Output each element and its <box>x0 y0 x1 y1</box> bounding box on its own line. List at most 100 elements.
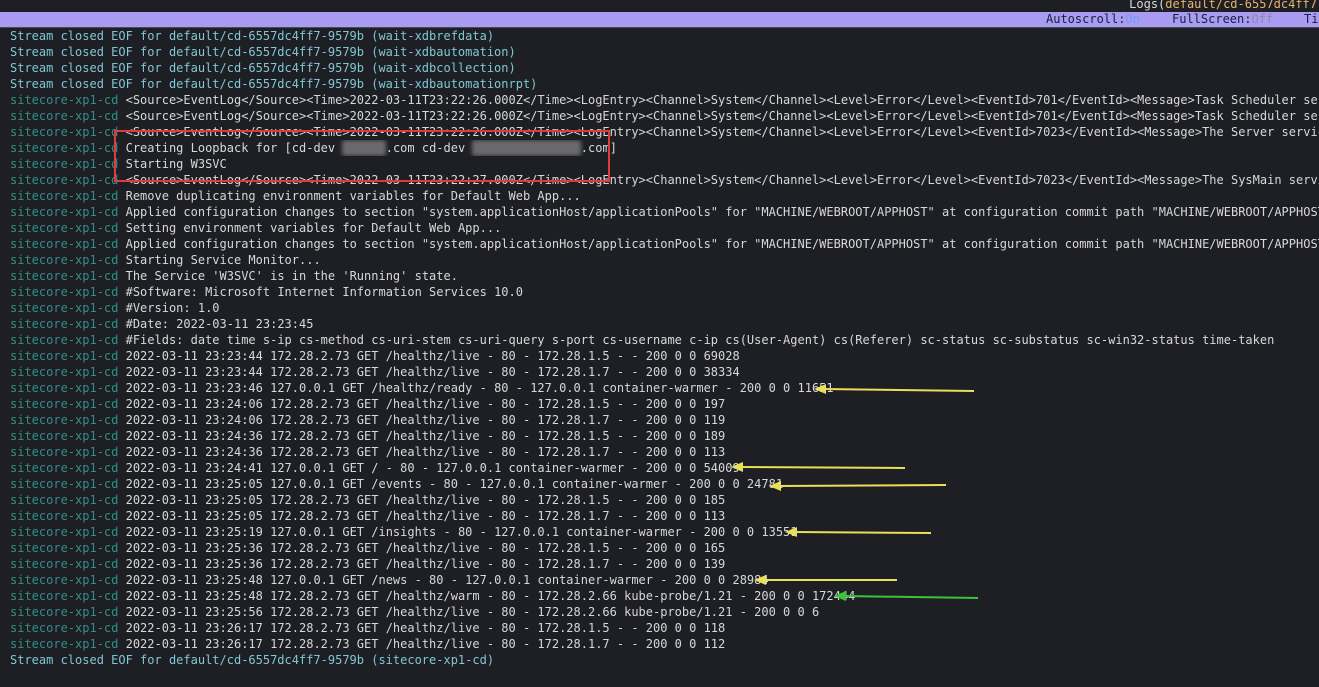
log-line: sitecore-xp1-cd Remove duplicating envir… <box>10 188 1319 204</box>
log-line: sitecore-xp1-cd <Source>EventLog</Source… <box>10 124 1319 140</box>
log-message: Remove duplicating environment variables… <box>125 189 581 203</box>
fullscreen-toggle[interactable]: FullScreen:Off <box>1172 12 1273 27</box>
log-message: 2022-03-11 23:24:06 172.28.2.73 GET /hea… <box>125 397 726 411</box>
title-context: default/cd-6557dc4ff7 <box>1165 0 1317 11</box>
container-prefix: sitecore-xp1-cd <box>10 221 119 235</box>
container-prefix: sitecore-xp1-cd <box>10 349 119 363</box>
log-message: 2022-03-11 23:25:36 172.28.2.73 GET /hea… <box>125 557 726 571</box>
log-message: 2022-03-11 23:23:46 127.0.0.1 GET /healt… <box>125 381 834 395</box>
log-message-part: .com cd-dev <box>385 141 473 155</box>
log-line: sitecore-xp1-cd Starting W3SVC <box>10 156 1319 172</box>
log-message: 2022-03-11 23:25:48 172.28.2.73 GET /hea… <box>125 589 856 603</box>
stream-status-line: Stream closed EOF for default/cd-6557dc4… <box>10 76 1319 92</box>
container-prefix: sitecore-xp1-cd <box>10 125 119 139</box>
log-message: 2022-03-11 23:25:56 172.28.2.73 GET /hea… <box>125 605 820 619</box>
log-message: Applied configuration changes to section… <box>125 237 1319 251</box>
log-message: 2022-03-11 23:24:41 127.0.0.1 GET / - 80… <box>125 461 740 475</box>
log-message: 2022-03-11 23:25:05 172.28.2.73 GET /hea… <box>125 493 726 507</box>
container-prefix: sitecore-xp1-cd <box>10 605 119 619</box>
log-message: 2022-03-11 23:24:36 172.28.2.73 GET /hea… <box>125 445 726 459</box>
container-prefix: sitecore-xp1-cd <box>10 477 119 491</box>
log-line: sitecore-xp1-cd 2022-03-11 23:26:17 172.… <box>10 636 1319 652</box>
container-prefix: sitecore-xp1-cd <box>10 493 119 507</box>
log-message: #Software: Microsoft Internet Informatio… <box>125 285 523 299</box>
log-message: Creating Loopback for [cd-dev xxxxxx.com… <box>126 140 617 156</box>
log-message: 2022-03-11 23:25:05 172.28.2.73 GET /hea… <box>125 509 726 523</box>
log-line: sitecore-xp1-cd <Source>EventLog</Source… <box>10 108 1319 124</box>
container-prefix: sitecore-xp1-cd <box>10 445 119 459</box>
log-line: sitecore-xp1-cd Applied configuration ch… <box>10 236 1319 252</box>
log-message: Starting Service Monitor... <box>125 253 321 267</box>
log-message: <Source>EventLog</Source><Time>2022-03-1… <box>125 173 1319 187</box>
log-line: sitecore-xp1-cd 2022-03-11 23:25:05 127.… <box>10 476 1319 492</box>
autoscroll-label: Autoscroll: <box>1046 12 1126 26</box>
container-prefix: sitecore-xp1-cd <box>10 285 119 299</box>
container-prefix: sitecore-xp1-cd <box>10 237 119 251</box>
container-prefix: sitecore-xp1-cd <box>10 269 119 283</box>
timestamps-toggle[interactable]: Ti <box>1304 12 1318 27</box>
stream-status-line: Stream closed EOF for default/cd-6557dc4… <box>10 28 1319 44</box>
container-prefix: sitecore-xp1-cd <box>10 189 119 203</box>
log-message: Applied configuration changes to section… <box>125 205 1319 219</box>
log-message: #Date: 2022-03-11 23:23:45 <box>125 317 314 331</box>
log-line: sitecore-xp1-cd #Fields: date time s-ip … <box>10 332 1319 348</box>
log-message-part: .com] <box>580 141 617 155</box>
log-message: #Version: 1.0 <box>125 301 220 315</box>
container-prefix: sitecore-xp1-cd <box>10 637 119 651</box>
log-message: 2022-03-11 23:25:36 172.28.2.73 GET /hea… <box>125 541 726 555</box>
log-line: sitecore-xp1-cd 2022-03-11 23:23:46 127.… <box>10 380 1319 396</box>
log-options-header: Autoscroll:On FullScreen:Off Ti <box>0 12 1319 28</box>
container-prefix: sitecore-xp1-cd <box>10 301 119 315</box>
log-line: sitecore-xp1-cd The Service 'W3SVC' is i… <box>10 268 1319 284</box>
container-prefix: sitecore-xp1-cd <box>10 509 119 523</box>
container-prefix: sitecore-xp1-cd <box>10 109 119 123</box>
container-prefix: sitecore-xp1-cd <box>10 413 119 427</box>
container-prefix: sitecore-xp1-cd <box>10 557 119 571</box>
log-message: Setting environment variables for Defaul… <box>125 221 502 235</box>
log-message: <Source>EventLog</Source><Time>2022-03-1… <box>125 109 1319 123</box>
log-message: 2022-03-11 23:23:44 172.28.2.73 GET /hea… <box>125 349 740 363</box>
redacted-hostname: xxxxxxxxxxxxxxx <box>472 140 581 156</box>
container-prefix: sitecore-xp1-cd <box>10 317 119 331</box>
log-line: sitecore-xp1-cd 2022-03-11 23:24:06 172.… <box>10 412 1319 428</box>
container-prefix: sitecore-xp1-cd <box>10 365 119 379</box>
container-prefix: sitecore-xp1-cd <box>10 525 119 539</box>
stream-status-text: Stream closed EOF for default/cd-6557dc4… <box>10 45 516 59</box>
container-prefix: sitecore-xp1-cd <box>10 621 119 635</box>
log-line: sitecore-xp1-cd 2022-03-11 23:25:36 172.… <box>10 556 1319 572</box>
log-line: sitecore-xp1-cd 2022-03-11 23:24:36 172.… <box>10 428 1319 444</box>
stream-status-text: Stream closed EOF for default/cd-6557dc4… <box>10 653 495 667</box>
log-view[interactable]: Stream closed EOF for default/cd-6557dc4… <box>10 28 1319 668</box>
container-prefix: sitecore-xp1-cd <box>10 173 119 187</box>
log-line: sitecore-xp1-cd 2022-03-11 23:25:19 127.… <box>10 524 1319 540</box>
stream-status-text: Stream closed EOF for default/cd-6557dc4… <box>10 29 495 43</box>
log-line: sitecore-xp1-cd #Date: 2022-03-11 23:23:… <box>10 316 1319 332</box>
log-line: sitecore-xp1-cd 2022-03-11 23:24:36 172.… <box>10 444 1319 460</box>
log-message: #Fields: date time s-ip cs-method cs-uri… <box>125 333 1275 347</box>
log-message: 2022-03-11 23:24:06 172.28.2.73 GET /hea… <box>125 413 726 427</box>
log-line: sitecore-xp1-cd 2022-03-11 23:24:41 127.… <box>10 460 1319 476</box>
log-line: sitecore-xp1-cd Creating Loopback for [c… <box>10 140 1319 156</box>
log-line: sitecore-xp1-cd 2022-03-11 23:25:05 172.… <box>10 508 1319 524</box>
log-message: 2022-03-11 23:25:48 127.0.0.1 GET /news … <box>125 573 769 587</box>
log-message: 2022-03-11 23:25:05 127.0.0.1 GET /event… <box>125 477 784 491</box>
autoscroll-toggle[interactable]: Autoscroll:On <box>1046 12 1140 27</box>
log-message: The Service 'W3SVC' is in the 'Running' … <box>125 269 458 283</box>
stream-status-text: Stream closed EOF for default/cd-6557dc4… <box>10 61 516 75</box>
log-line: sitecore-xp1-cd 2022-03-11 23:23:44 172.… <box>10 364 1319 380</box>
log-message: 2022-03-11 23:25:19 127.0.0.1 GET /insig… <box>125 525 798 539</box>
log-line: sitecore-xp1-cd 2022-03-11 23:23:44 172.… <box>10 348 1319 364</box>
fullscreen-value: Off <box>1251 12 1274 26</box>
container-prefix: sitecore-xp1-cd <box>10 397 119 411</box>
container-prefix: sitecore-xp1-cd <box>10 205 119 219</box>
container-prefix: sitecore-xp1-cd <box>10 333 119 347</box>
log-message: Starting W3SVC <box>125 157 227 171</box>
log-line: sitecore-xp1-cd <Source>EventLog</Source… <box>10 172 1319 188</box>
container-prefix: sitecore-xp1-cd <box>10 541 119 555</box>
container-prefix: sitecore-xp1-cd <box>10 141 119 155</box>
container-prefix: sitecore-xp1-cd <box>10 573 119 587</box>
log-message: 2022-03-11 23:26:17 172.28.2.73 GET /hea… <box>125 621 726 635</box>
log-line: sitecore-xp1-cd 2022-03-11 23:24:06 172.… <box>10 396 1319 412</box>
log-line: sitecore-xp1-cd 2022-03-11 23:25:48 172.… <box>10 588 1319 604</box>
fullscreen-label: FullScreen: <box>1172 12 1252 26</box>
